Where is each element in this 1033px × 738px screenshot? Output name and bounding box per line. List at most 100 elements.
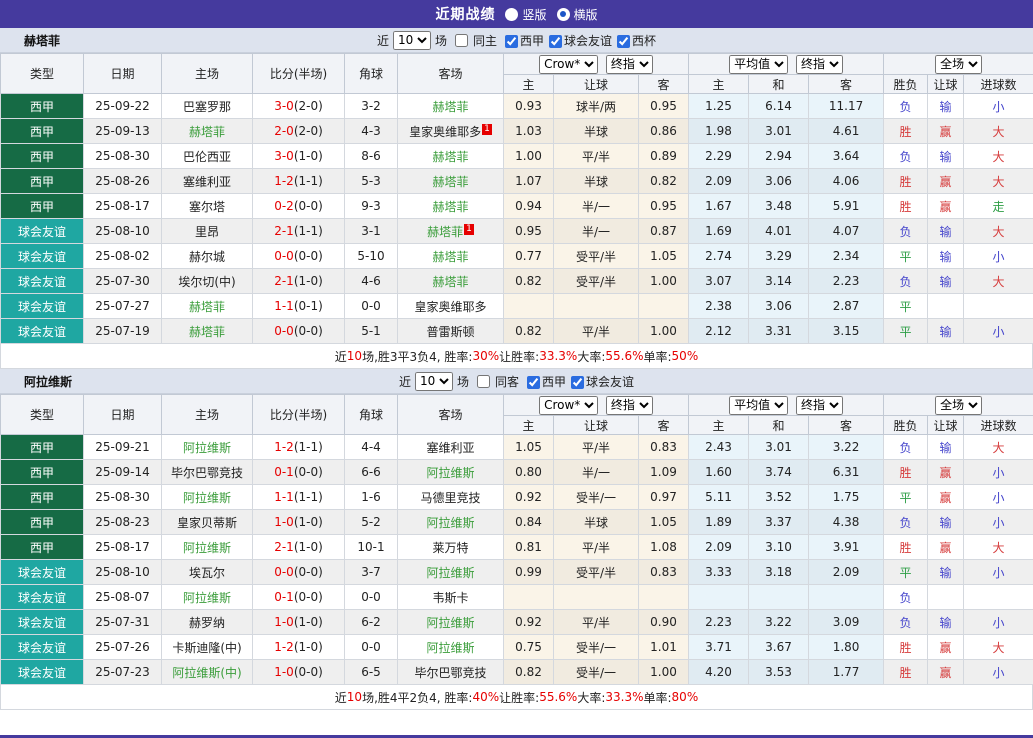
layout-radio-horizontal[interactable]: 横版 xyxy=(557,6,598,23)
avg-type-select[interactable]: 平均值 xyxy=(729,396,788,415)
page-title: 近期战绩 xyxy=(435,4,495,24)
corners-cell: 6-5 xyxy=(345,660,398,685)
radio-icon[interactable] xyxy=(505,8,518,21)
radio-checked-icon[interactable] xyxy=(557,8,570,21)
full-time-score: 0-1 xyxy=(274,590,294,604)
corners-cell: 5-10 xyxy=(345,244,398,269)
away-odds-cell: 1.05 xyxy=(639,244,689,269)
summary-text: 场,胜3平3负4, 胜率: xyxy=(362,348,472,365)
matches-label: 场 xyxy=(457,373,469,390)
away-odds-cell xyxy=(639,294,689,319)
wdl-result-cell: 负 xyxy=(884,435,928,460)
home-team: 毕尔巴鄂竞技 xyxy=(162,460,253,485)
home-odds-cell: 1.07 xyxy=(504,169,554,194)
col-header-score: 比分(半场) xyxy=(253,54,345,94)
away-odds-cell: 0.95 xyxy=(639,94,689,119)
table-row: 球会友谊25-08-10里昂2-1(1-1)3-1赫塔菲10.95半/一0.87… xyxy=(1,219,1033,244)
recent-results-panel: 近期战绩 竖版 横版 赫塔菲 近 10 场 同主 西甲球会友谊西杯 xyxy=(0,0,1033,738)
avg-type-select[interactable]: 平均值 xyxy=(729,55,788,74)
table-row: 西甲25-09-21阿拉维斯1-2(1-1)4-4塞维利亚1.05平/半0.83… xyxy=(1,435,1033,460)
avg-away-cell: 4.38 xyxy=(809,510,884,535)
avg-away-cell: 3.15 xyxy=(809,319,884,344)
handicap-cell: 受平/半 xyxy=(554,269,639,294)
odds-stage-select[interactable]: 终指 xyxy=(606,55,653,74)
team-name: 赫塔菲 xyxy=(432,175,468,189)
match-type-cell: 球会友谊 xyxy=(1,585,84,610)
score-cell: 1-1(1-1) xyxy=(253,485,345,510)
scope-select[interactable]: 全场 xyxy=(935,55,982,74)
team-name: 赫塔菲 xyxy=(432,250,468,264)
team-name: 毕尔巴鄂竞技 xyxy=(171,466,243,480)
sub-header-avg-home: 主 xyxy=(689,416,749,435)
sub-header-avg-home: 主 xyxy=(689,75,749,94)
corners-cell: 0-0 xyxy=(345,294,398,319)
red-card-badge: 1 xyxy=(482,124,492,135)
odds-company-select[interactable]: Crow* xyxy=(539,55,598,74)
layout-radio-vertical[interactable]: 竖版 xyxy=(505,6,546,23)
match-type-cell: 西甲 xyxy=(1,435,84,460)
sub-header-handicap-result: 让球 xyxy=(928,75,964,94)
wdl-result-cell: 负 xyxy=(884,585,928,610)
handicap-cell: 受平/半 xyxy=(554,244,639,269)
home-odds-cell: 0.93 xyxy=(504,94,554,119)
away-odds-cell: 0.90 xyxy=(639,610,689,635)
avg-stage-select[interactable]: 终指 xyxy=(796,396,843,415)
half-time-score: (1-0) xyxy=(294,515,323,529)
match-date: 25-07-19 xyxy=(84,319,162,344)
table-row: 球会友谊25-07-27赫塔菲1-1(0-1)0-0皇家奥维耶多2.383.06… xyxy=(1,294,1033,319)
filter-league-checkbox[interactable] xyxy=(571,376,584,389)
goals-result-cell xyxy=(964,585,1033,610)
wdl-result-cell: 胜 xyxy=(884,460,928,485)
filter-league-checkbox[interactable] xyxy=(549,35,562,48)
handicap-cell: 平/半 xyxy=(554,535,639,560)
away-team: 赫塔菲1 xyxy=(398,219,504,244)
score-cell: 1-2(1-1) xyxy=(253,435,345,460)
recent-count-select[interactable]: 10 xyxy=(393,31,431,50)
recent-count-select[interactable]: 10 xyxy=(415,372,453,391)
filter-league-checkbox[interactable] xyxy=(505,35,518,48)
home-odds-cell: 0.99 xyxy=(504,560,554,585)
avg-home-cell xyxy=(689,585,749,610)
avg-draw-cell: 3.06 xyxy=(749,169,809,194)
home-team: 塞尔塔 xyxy=(162,194,253,219)
table-row: 西甲25-08-30阿拉维斯1-1(1-1)1-6马德里竞技0.92受半/一0.… xyxy=(1,485,1033,510)
same-venue-checkbox[interactable] xyxy=(455,34,468,47)
avg-stage-select[interactable]: 终指 xyxy=(796,55,843,74)
wdl-result-cell: 胜 xyxy=(884,194,928,219)
team-name: 赫塔菲 xyxy=(189,300,225,314)
away-team: 赫塔菲 xyxy=(398,194,504,219)
avg-draw-cell: 3.67 xyxy=(749,635,809,660)
same-venue-checkbox[interactable] xyxy=(477,375,490,388)
away-odds-cell: 0.83 xyxy=(639,560,689,585)
filter-league-checkbox[interactable] xyxy=(527,376,540,389)
handicap-cell xyxy=(554,585,639,610)
odds-company-select[interactable]: Crow* xyxy=(539,396,598,415)
score-cell: 0-0(0-0) xyxy=(253,244,345,269)
table-row: 西甲25-09-22巴塞罗那3-0(2-0)3-2赫塔菲0.93球半/两0.95… xyxy=(1,94,1033,119)
avg-draw-cell: 4.01 xyxy=(749,219,809,244)
team-name: 阿拉维斯 xyxy=(183,441,231,455)
summary-row-getafe: 近10场,胜3平3负4, 胜率:30% 让胜率:33.3% 大率:55.6% 单… xyxy=(0,344,1033,369)
avg-draw-cell: 3.74 xyxy=(749,460,809,485)
score-cell: 2-1(1-1) xyxy=(253,219,345,244)
summary-text: 让胜率: xyxy=(499,689,539,706)
away-team: 韦斯卡 xyxy=(398,585,504,610)
home-team: 巴塞罗那 xyxy=(162,94,253,119)
odds-stage-select[interactable]: 终指 xyxy=(606,396,653,415)
filter-league-checkbox[interactable] xyxy=(617,35,630,48)
league-filter-group: 西甲球会友谊西杯 xyxy=(501,32,657,49)
scope-select[interactable]: 全场 xyxy=(935,396,982,415)
handicap-cell: 平/半 xyxy=(554,319,639,344)
handicap-result-cell: 输 xyxy=(928,244,964,269)
wdl-result-cell: 胜 xyxy=(884,535,928,560)
wdl-result-cell: 胜 xyxy=(884,169,928,194)
score-cell: 1-0(1-0) xyxy=(253,510,345,535)
home-odds-cell: 0.81 xyxy=(504,535,554,560)
team-name: 赫塔菲 xyxy=(427,225,463,239)
summary-text: 场,胜4平2负4, 胜率: xyxy=(362,689,472,706)
away-team: 普雷斯顿 xyxy=(398,319,504,344)
avg-group-header: 平均值 终指 xyxy=(689,395,884,416)
sub-header-wdl: 胜负 xyxy=(884,416,928,435)
corners-cell: 0-0 xyxy=(345,635,398,660)
handicap-cell: 平/半 xyxy=(554,610,639,635)
